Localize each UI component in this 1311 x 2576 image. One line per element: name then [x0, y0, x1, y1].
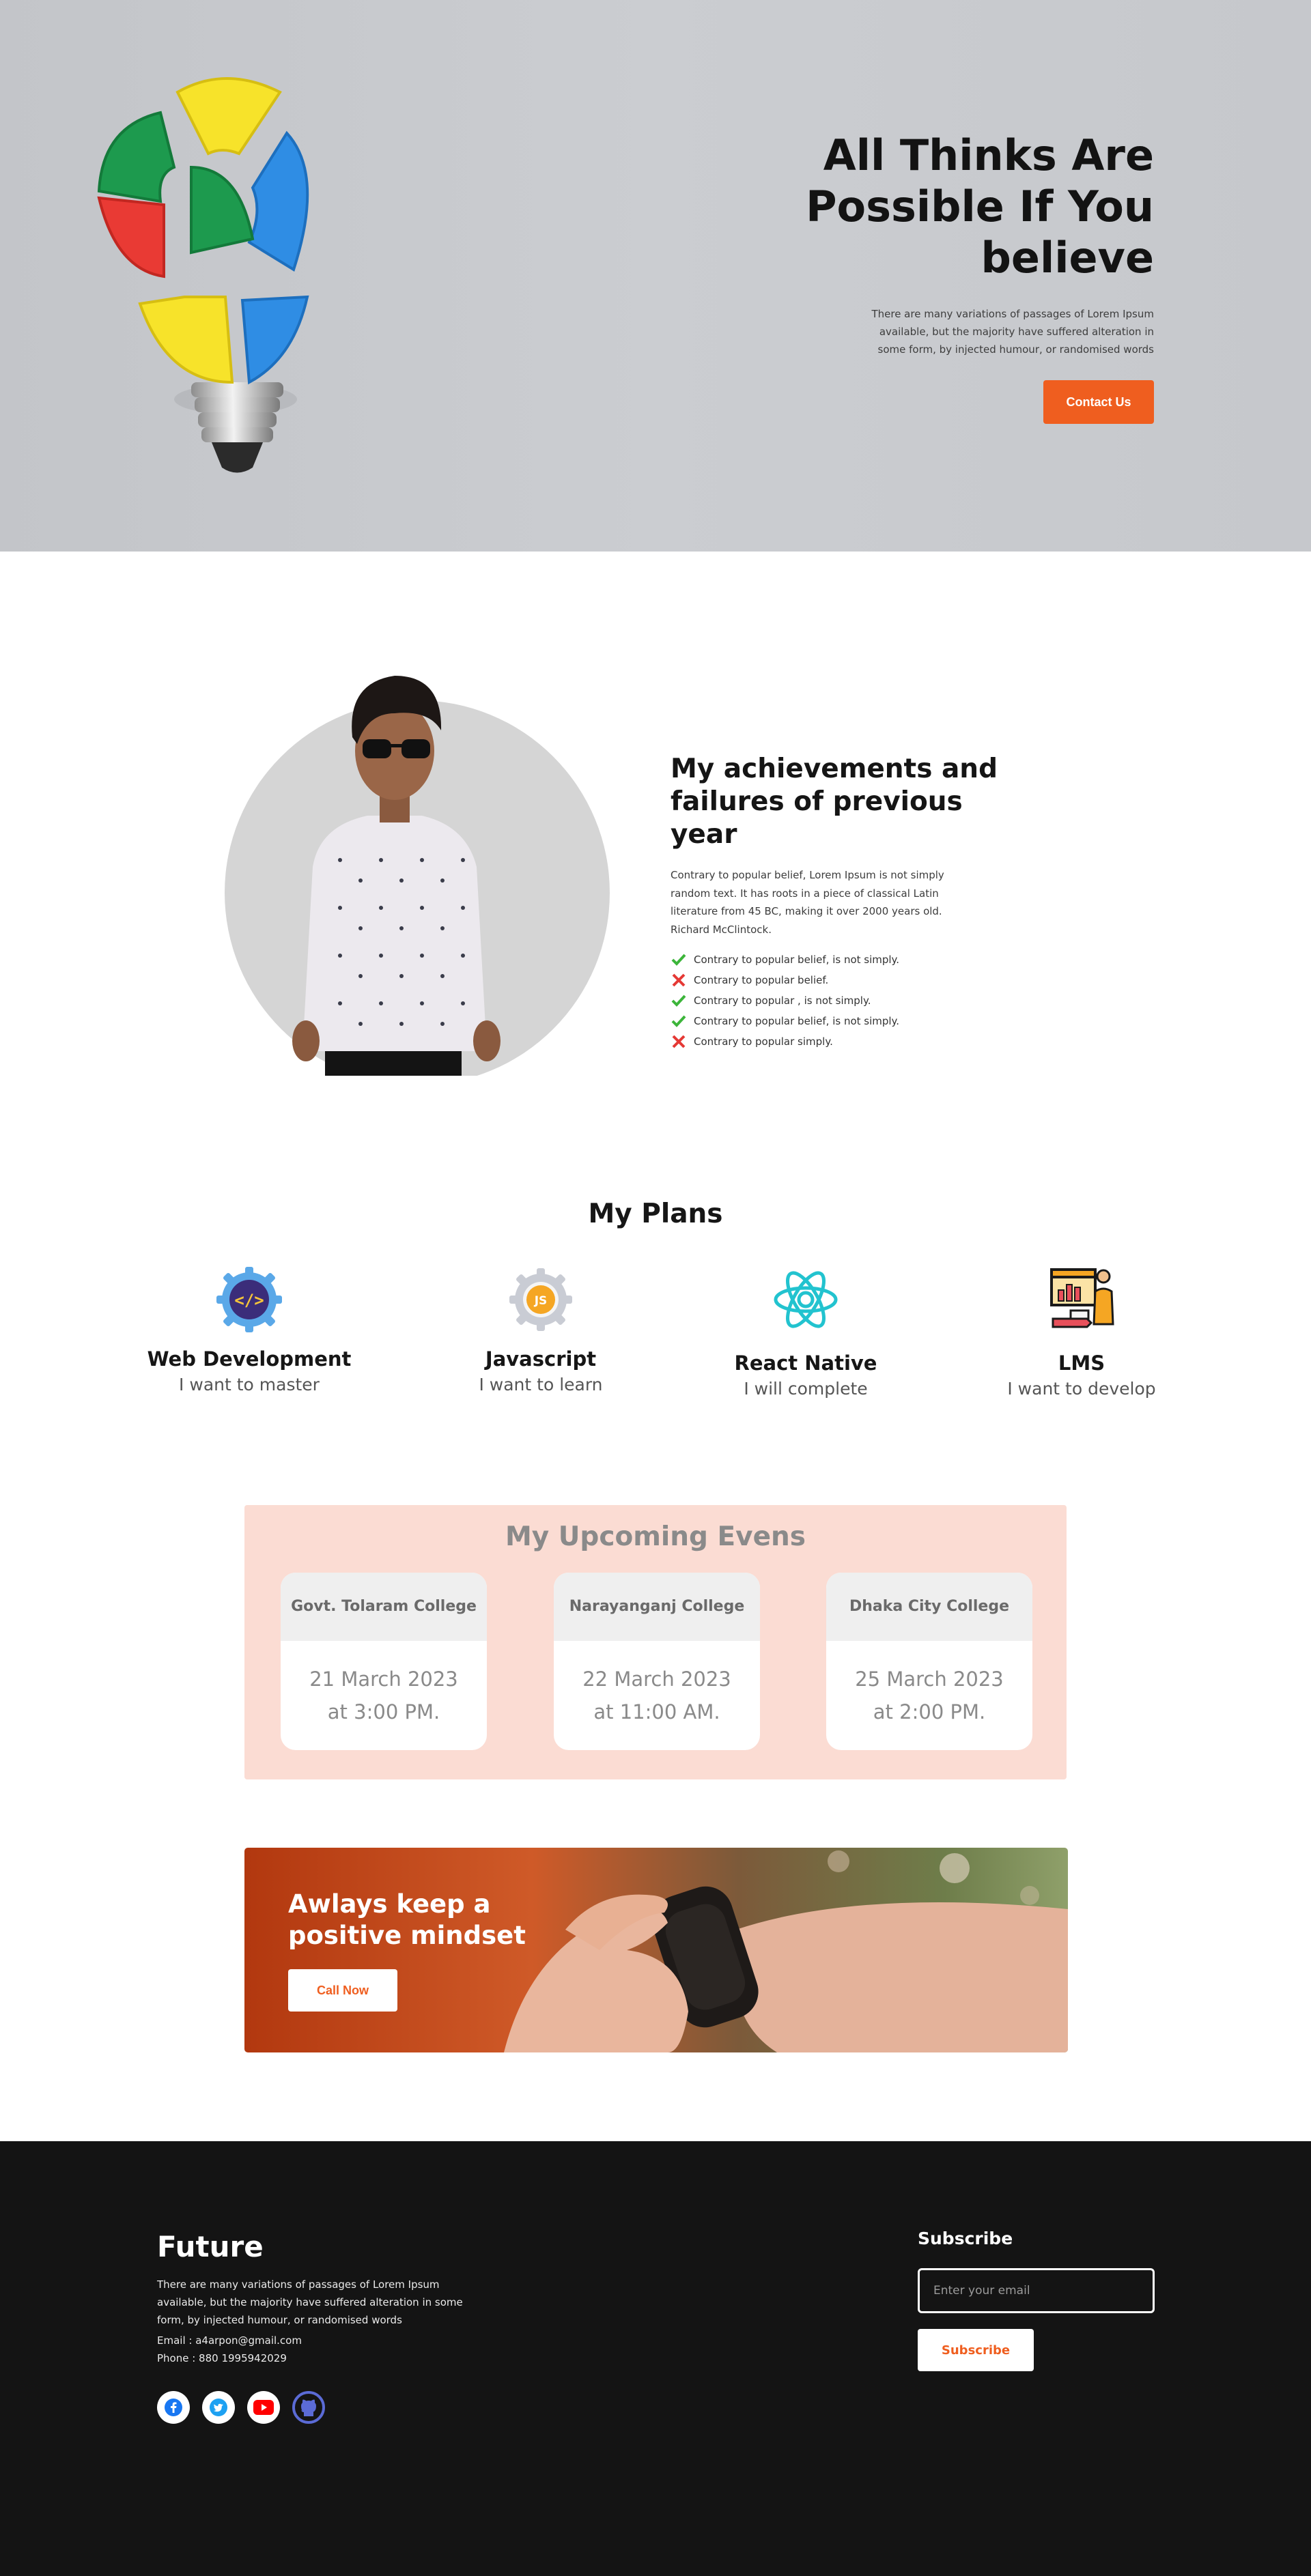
- event-date: 22 March 2023: [582, 1668, 731, 1691]
- profile-photo: [224, 642, 613, 1076]
- github-icon[interactable]: [292, 2391, 325, 2424]
- achievements-block: My achievements and failures of previous…: [671, 753, 1026, 1052]
- banner-title: Awlays keep a positive mindset: [288, 1889, 602, 1951]
- twitter-icon[interactable]: [202, 2391, 235, 2424]
- cross-icon: [671, 972, 687, 988]
- list-item: Contrary to popular belief.: [671, 970, 1026, 990]
- plan-card-lms: LMS I want to develop: [972, 1264, 1191, 1399]
- contact-us-button[interactable]: Contact Us: [1043, 380, 1154, 424]
- svg-text:JS: JS: [534, 1294, 548, 1308]
- footer-description: There are many variations of passages of…: [157, 2278, 463, 2326]
- events-title: My Upcoming Evens: [505, 1521, 806, 1552]
- plans-title: My Plans: [588, 1199, 723, 1229]
- list-item-text: Contrary to popular simply.: [694, 1035, 833, 1048]
- list-item-text: Contrary to popular belief, is not simpl…: [694, 954, 900, 966]
- hero-title: All Thinks Are Possible If You believe: [806, 130, 1154, 283]
- social-links: [157, 2391, 325, 2424]
- achievements-list: Contrary to popular belief, is not simpl…: [671, 949, 1026, 1052]
- event-card: Dhaka City College 25 March 2023 at 2:00…: [826, 1573, 1032, 1750]
- hero-text-block: All Thinks Are Possible If You believe T…: [772, 130, 1154, 424]
- plan-card-react-native: React Native I will complete: [696, 1264, 915, 1399]
- plan-title: LMS: [1058, 1351, 1105, 1375]
- hero-subtitle: There are many variations of passages of…: [871, 308, 1154, 356]
- event-date: 25 March 2023: [855, 1668, 1004, 1691]
- check-icon: [671, 1013, 687, 1029]
- achievements-title: My achievements and failures of previous…: [671, 754, 998, 850]
- plan-subtitle: I want to develop: [1007, 1379, 1156, 1399]
- lightbulb-puzzle-image: [97, 77, 309, 473]
- teacher-board-icon: [1050, 1268, 1114, 1328]
- list-item: Contrary to popular , is not simply.: [671, 990, 1026, 1011]
- list-item-text: Contrary to popular belief, is not simpl…: [694, 1015, 900, 1027]
- event-place: Dhaka City College: [826, 1573, 1032, 1641]
- event-date: 21 March 2023: [309, 1668, 458, 1691]
- footer-contact: Email : a4arpon@gmail.com Phone : 880 19…: [157, 2332, 302, 2367]
- plan-title: Web Development: [147, 1347, 352, 1371]
- event-place: Narayanganj College: [554, 1573, 760, 1641]
- plan-card-javascript: JS Javascript I want to learn: [432, 1264, 650, 1394]
- cross-icon: [671, 1033, 687, 1050]
- events-section: My Upcoming Evens Govt. Tolaram College …: [244, 1505, 1067, 1779]
- list-item: Contrary to popular belief, is not simpl…: [671, 1011, 1026, 1031]
- event-time: at 2:00 PM.: [873, 1700, 986, 1723]
- plan-card-web-development: </> Web Development I want to master: [140, 1264, 358, 1394]
- svg-text:</>: </>: [234, 1291, 264, 1310]
- code-gear-icon: </>: [216, 1267, 282, 1332]
- banner-title-text: Awlays keep a positive mindset: [288, 1889, 526, 1950]
- event-time: at 3:00 PM.: [327, 1700, 440, 1723]
- subscribe-email-input[interactable]: [918, 2268, 1155, 2313]
- footer: Future There are many variations of pass…: [0, 2141, 1311, 2576]
- event-time: at 11:00 AM.: [593, 1700, 720, 1723]
- plan-subtitle: I want to learn: [479, 1375, 603, 1394]
- check-icon: [671, 992, 687, 1009]
- mindset-banner: Awlays keep a positive mindset Call Now: [244, 1848, 1068, 2052]
- event-place: Govt. Tolaram College: [281, 1573, 487, 1641]
- plan-title: Javascript: [485, 1347, 597, 1371]
- footer-email: Email : a4arpon@gmail.com: [157, 2334, 302, 2347]
- event-card: Narayanganj College 22 March 2023 at 11:…: [554, 1573, 760, 1750]
- list-item: Contrary to popular simply.: [671, 1031, 1026, 1052]
- subscribe-title: Subscribe: [918, 2229, 1013, 2248]
- plan-subtitle: I want to master: [179, 1375, 320, 1394]
- footer-phone: Phone : 880 1995942029: [157, 2352, 287, 2364]
- call-now-button[interactable]: Call Now: [288, 1969, 397, 2012]
- subscribe-button[interactable]: Subscribe: [918, 2329, 1034, 2371]
- list-item: Contrary to popular belief, is not simpl…: [671, 949, 1026, 970]
- hero-section: All Thinks Are Possible If You believe T…: [0, 0, 1311, 552]
- banner-text-block: Awlays keep a positive mindset Call Now: [288, 1889, 602, 2012]
- list-item-text: Contrary to popular , is not simply.: [694, 994, 871, 1007]
- list-item-text: Contrary to popular belief.: [694, 974, 829, 986]
- plan-subtitle: I will complete: [744, 1379, 868, 1399]
- footer-brand: Future: [157, 2230, 264, 2263]
- atom-icon: [774, 1271, 838, 1328]
- event-card: Govt. Tolaram College 21 March 2023 at 3…: [281, 1573, 487, 1750]
- achievements-description: Contrary to popular belief, Lorem Ipsum …: [671, 869, 944, 936]
- plan-title: React Native: [734, 1351, 877, 1375]
- youtube-icon[interactable]: [247, 2391, 280, 2424]
- check-icon: [671, 951, 687, 968]
- js-gear-icon: JS: [509, 1268, 572, 1331]
- facebook-icon[interactable]: [157, 2391, 190, 2424]
